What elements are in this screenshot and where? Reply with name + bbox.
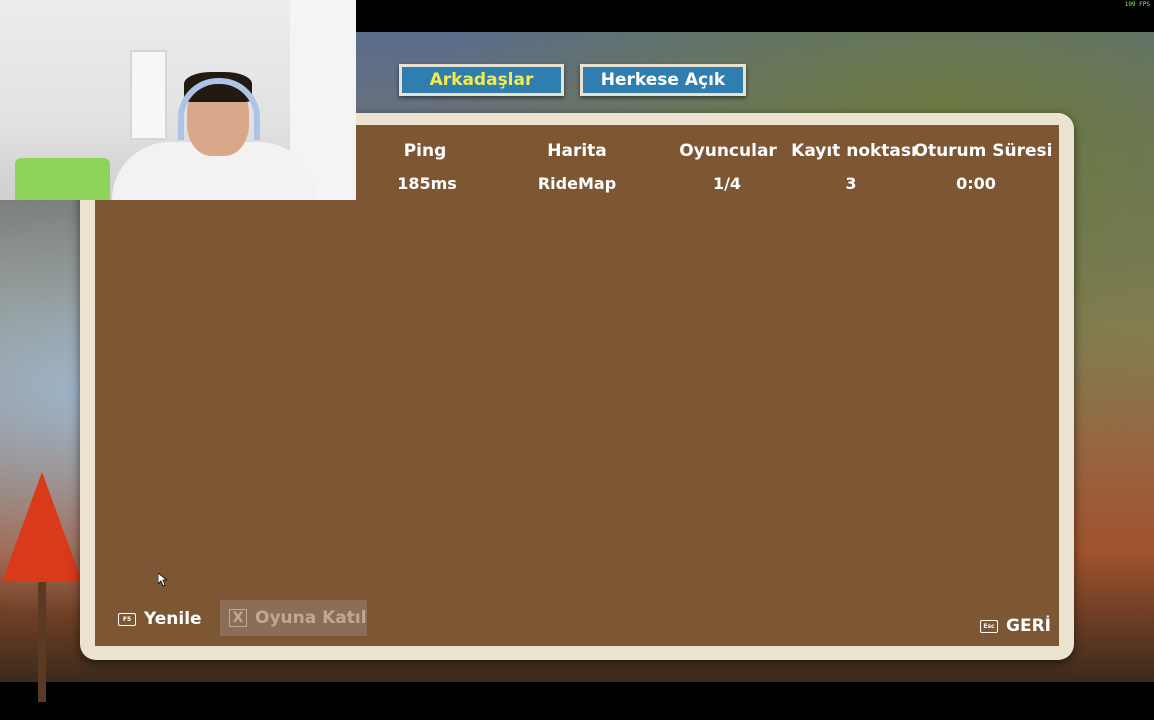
refresh-label: Yenile — [144, 609, 202, 629]
join-game-button[interactable]: X Oyuna Katıl — [220, 600, 367, 636]
column-header-players: Oyuncular — [679, 141, 777, 161]
tab-friends[interactable]: Arkadaşlar — [399, 64, 564, 96]
lobby-tabs: Arkadaşlar Herkese Açık — [399, 64, 746, 96]
server-list-area — [95, 125, 1059, 646]
column-header-checkpoint: Kayıt noktası — [791, 141, 917, 161]
join-game-label: Oyuna Katıl — [255, 608, 367, 628]
road-sign — [2, 472, 82, 582]
column-header-session-time: Oturum Süresi — [913, 141, 1053, 161]
column-header-ping: Ping — [403, 141, 447, 161]
x-key-icon: X — [229, 609, 247, 627]
esc-key-icon: Esc — [980, 619, 998, 633]
cell-checkpoint: 3 — [845, 174, 857, 193]
road-sign-pole — [38, 582, 46, 702]
webcam-overlay — [0, 0, 356, 200]
back-button[interactable]: Esc GERİ — [980, 616, 1051, 636]
tab-public[interactable]: Herkese Açık — [580, 64, 746, 96]
back-label: GERİ — [1006, 616, 1051, 636]
webcam-streamer — [112, 72, 317, 200]
cell-players: 1/4 — [712, 174, 742, 193]
fps-counter: 109 FPS — [1124, 1, 1150, 8]
f5-key-icon: F5 — [118, 612, 136, 626]
column-header-map: Harita — [547, 141, 607, 161]
mouse-cursor-icon — [157, 572, 169, 591]
cell-session-time: 0:00 — [956, 174, 996, 193]
cell-map: RideMap — [537, 174, 617, 193]
cell-ping: 185ms — [397, 174, 457, 193]
refresh-button[interactable]: F5 Yenile — [118, 609, 202, 629]
webcam-chair — [15, 158, 110, 200]
